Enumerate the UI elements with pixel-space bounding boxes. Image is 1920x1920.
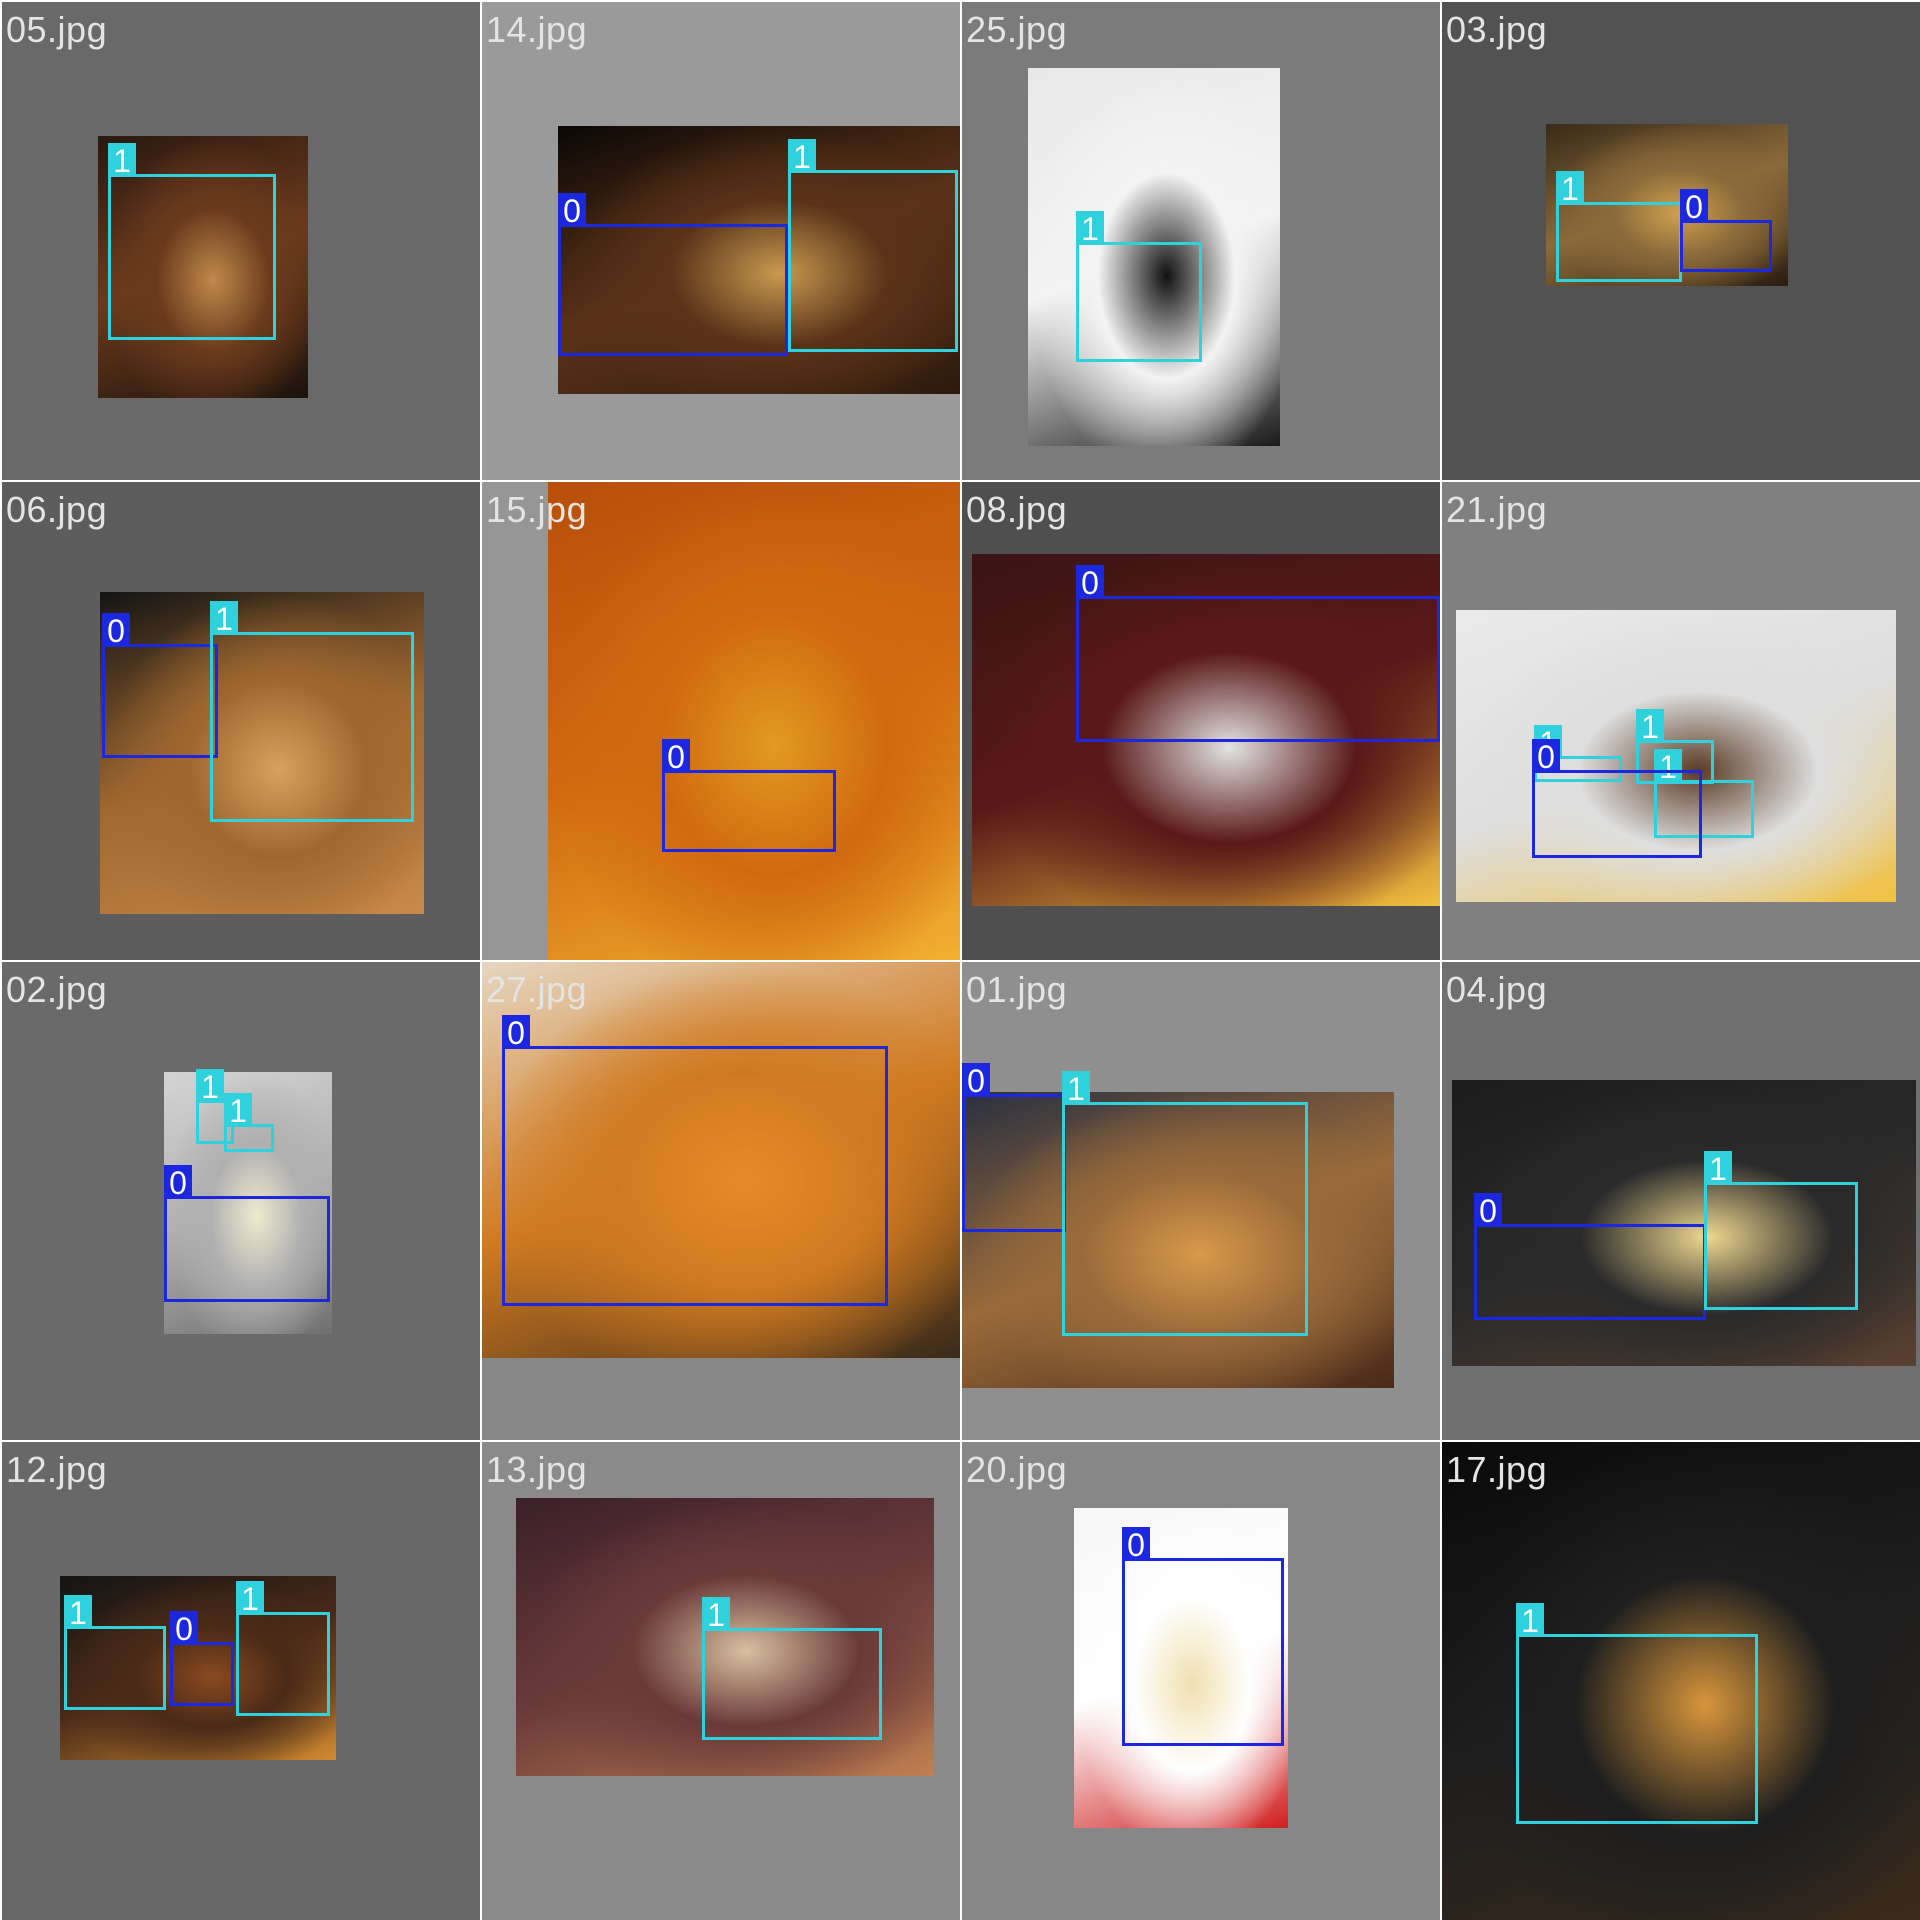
tile-25: 25.jpg 1 (962, 2, 1440, 480)
bounding-box: 1 (1062, 1071, 1308, 1336)
tile-filename: 15.jpg (486, 489, 588, 530)
tile-12: 12.jpg 1 0 1 (2, 1442, 480, 1920)
tile-filename: 25.jpg (966, 9, 1068, 50)
tile-13: 13.jpg 1 (482, 1442, 960, 1920)
tile-filename: 02.jpg (6, 969, 108, 1010)
bounding-box: 0 (170, 1611, 234, 1706)
class-label: 0 (1680, 189, 1708, 225)
tile-filename: 20.jpg (966, 1449, 1068, 1490)
class-label: 0 (1076, 565, 1104, 601)
tile-20: 20.jpg 0 (962, 1442, 1440, 1920)
bounding-box: 0 (502, 1015, 888, 1306)
class-label: 0 (662, 739, 690, 775)
bounding-box: 1 (1556, 171, 1682, 282)
tile-21: 21.jpg 1 1 1 0 (1442, 482, 1920, 960)
bounding-box: 0 (662, 739, 836, 852)
bounding-box: 1 (1704, 1151, 1858, 1310)
bounding-box: 0 (962, 1063, 1066, 1232)
bounding-box: 1 (1076, 211, 1202, 362)
class-label: 0 (1474, 1193, 1502, 1229)
class-label: 0 (962, 1063, 990, 1099)
class-label: 1 (1556, 171, 1584, 207)
class-label: 1 (1704, 1151, 1732, 1187)
bounding-box: 0 (1076, 565, 1440, 742)
tile-filename: 13.jpg (486, 1449, 588, 1490)
class-label: 1 (108, 143, 136, 179)
tile-04: 04.jpg 0 1 (1442, 962, 1920, 1440)
class-label: 1 (788, 139, 816, 175)
tile-05: 05.jpg 1 (2, 2, 480, 480)
tile-filename: 06.jpg (6, 489, 108, 530)
class-label: 1 (1062, 1071, 1090, 1107)
tile-06: 06.jpg 0 1 (2, 482, 480, 960)
tile-filename: 14.jpg (486, 9, 588, 50)
photo (548, 482, 960, 960)
tile-15: 15.jpg 0 (482, 482, 960, 960)
tile-filename: 08.jpg (966, 489, 1068, 530)
tile-03: 03.jpg 1 0 (1442, 2, 1920, 480)
class-label: 1 (224, 1093, 252, 1129)
bounding-box: 1 (64, 1595, 166, 1710)
class-label: 1 (196, 1069, 224, 1105)
bounding-box: 1 (236, 1581, 330, 1716)
class-label: 1 (236, 1581, 264, 1617)
class-label: 1 (64, 1595, 92, 1631)
tile-filename: 01.jpg (966, 969, 1068, 1010)
bounding-box: 1 (1516, 1603, 1758, 1824)
tile-filename: 17.jpg (1446, 1449, 1548, 1490)
bounding-box: 0 (1680, 189, 1772, 272)
bounding-box: 0 (1122, 1527, 1284, 1746)
bounding-box: 1 (210, 601, 414, 822)
class-label: 0 (170, 1611, 198, 1647)
tile-17: 17.jpg 1 (1442, 1442, 1920, 1920)
bounding-box: 1 (702, 1597, 882, 1740)
bounding-box: 0 (1532, 739, 1702, 858)
mosaic-grid: 05.jpg 1 14.jpg 0 1 25.jpg 1 03.jpg 1 0 (0, 0, 1920, 1920)
class-label: 1 (1516, 1603, 1544, 1639)
tile-27: 27.jpg 0 (482, 962, 960, 1440)
class-label: 1 (1636, 709, 1664, 745)
class-label: 0 (558, 193, 586, 229)
tile-01: 01.jpg 0 1 (962, 962, 1440, 1440)
class-label: 0 (502, 1015, 530, 1051)
bounding-box: 1 (788, 139, 958, 352)
tile-filename: 05.jpg (6, 9, 108, 50)
tile-filename: 03.jpg (1446, 9, 1548, 50)
tile-filename: 12.jpg (6, 1449, 108, 1490)
class-label: 0 (164, 1165, 192, 1201)
bounding-box: 1 (224, 1093, 274, 1152)
tile-filename: 27.jpg (486, 969, 588, 1010)
bounding-box: 0 (1474, 1193, 1706, 1320)
bounding-box: 0 (164, 1165, 330, 1302)
tile-filename: 04.jpg (1446, 969, 1548, 1010)
bounding-box: 0 (102, 613, 218, 758)
tile-08: 08.jpg 0 (962, 482, 1440, 960)
class-label: 1 (702, 1597, 730, 1633)
class-label: 1 (210, 601, 238, 637)
tile-filename: 21.jpg (1446, 489, 1548, 530)
bounding-box: 0 (558, 193, 788, 356)
class-label: 0 (1122, 1527, 1150, 1563)
tile-02: 02.jpg 1 1 0 (2, 962, 480, 1440)
class-label: 0 (1532, 739, 1560, 775)
class-label: 1 (1076, 211, 1104, 247)
tile-14: 14.jpg 0 1 (482, 2, 960, 480)
class-label: 0 (102, 613, 130, 649)
bounding-box: 1 (108, 143, 276, 340)
